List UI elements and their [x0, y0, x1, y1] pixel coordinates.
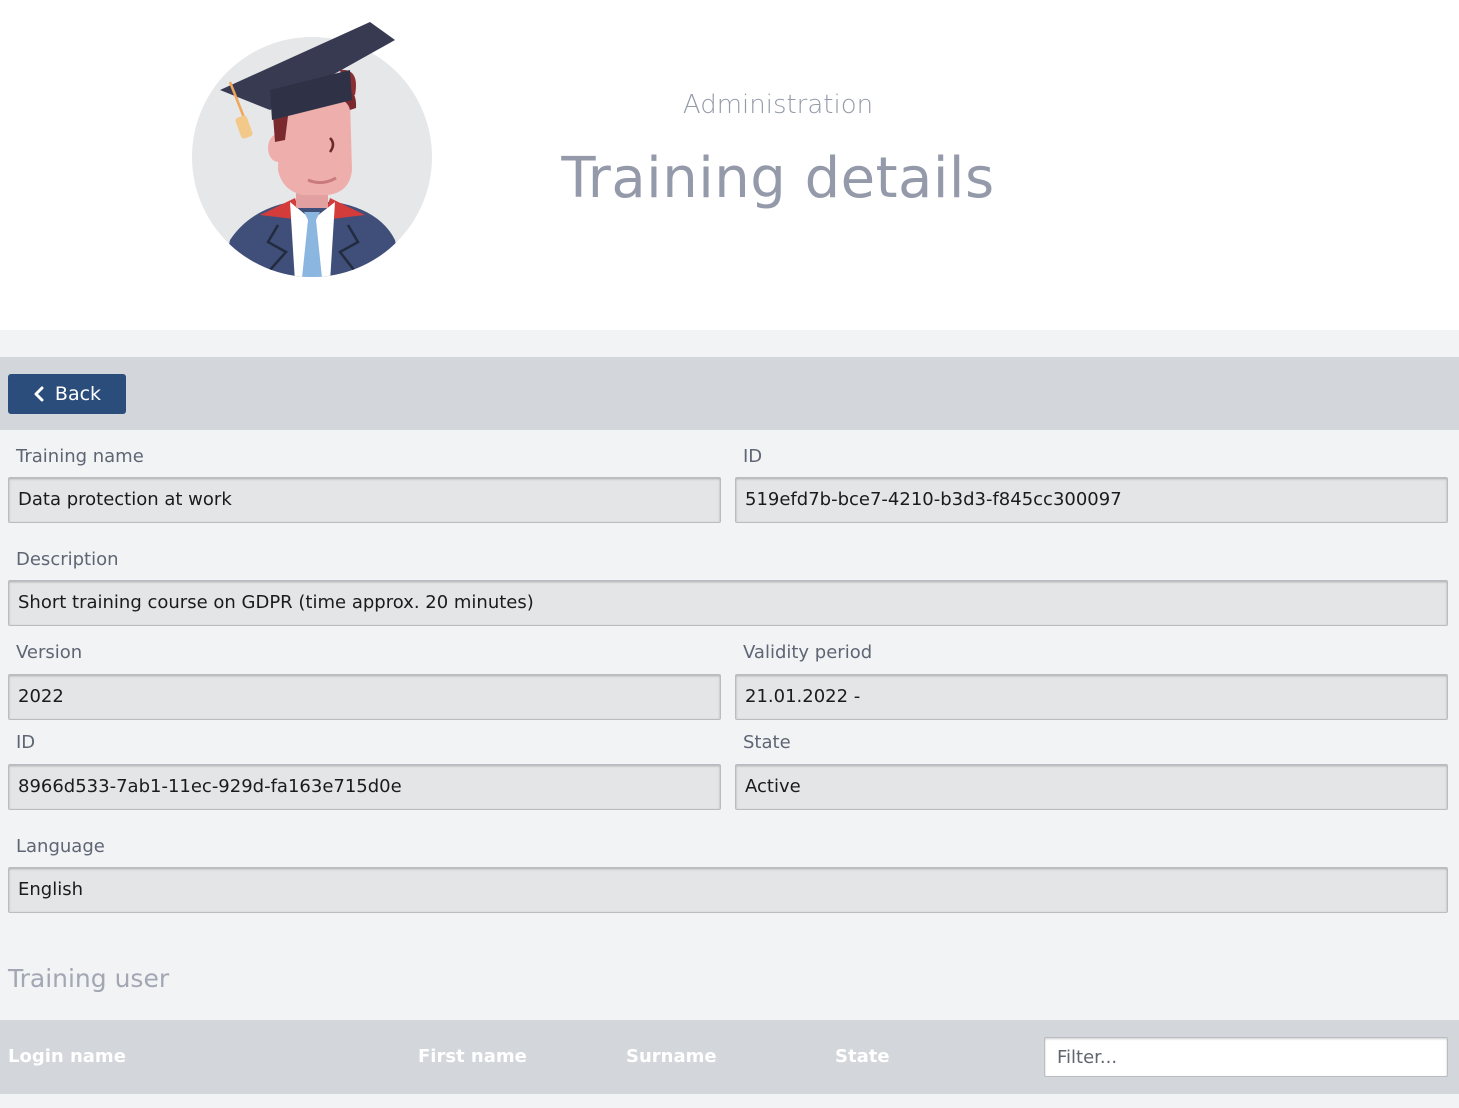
back-button[interactable]: Back	[8, 374, 126, 414]
version-id-field[interactable]: 8966d533-7ab1-11ec-929d-fa163e715d0e	[8, 764, 721, 810]
toolbar: Back	[0, 357, 1459, 430]
training-user-table-header: Login name First name Surname State	[0, 1020, 1459, 1094]
training-name-label: Training name	[16, 446, 144, 467]
state-label: State	[743, 732, 791, 753]
training-id-field[interactable]: 519efd7b-bce7-4210-b3d3-f845cc300097	[735, 477, 1448, 523]
filter-input[interactable]	[1044, 1037, 1448, 1077]
description-field[interactable]: Short training course on GDPR (time appr…	[8, 580, 1448, 626]
back-button-label: Back	[54, 383, 102, 405]
state-field[interactable]: Active	[735, 764, 1448, 810]
chevron-left-icon	[34, 386, 44, 402]
column-login-name[interactable]: Login name	[8, 1046, 126, 1067]
page-header: Administration Training details	[0, 0, 1459, 330]
section-label: Administration	[682, 90, 874, 120]
training-id-label: ID	[743, 446, 763, 467]
training-user-title: Training user	[8, 964, 170, 993]
language-label: Language	[16, 836, 105, 857]
validity-period-field[interactable]: 21.01.2022 -	[735, 674, 1448, 720]
page-title: Training details	[561, 146, 995, 211]
column-state[interactable]: State	[835, 1046, 890, 1067]
description-label: Description	[16, 549, 119, 570]
validity-period-label: Validity period	[743, 642, 873, 663]
version-id-label: ID	[16, 732, 36, 753]
version-label: Version	[16, 642, 83, 663]
language-field[interactable]: English	[8, 867, 1448, 913]
column-surname[interactable]: Surname	[626, 1046, 717, 1067]
training-name-field[interactable]: Data protection at work	[8, 477, 721, 523]
graduate-avatar-icon	[192, 22, 432, 277]
column-first-name[interactable]: First name	[418, 1046, 527, 1067]
version-field[interactable]: 2022	[8, 674, 721, 720]
